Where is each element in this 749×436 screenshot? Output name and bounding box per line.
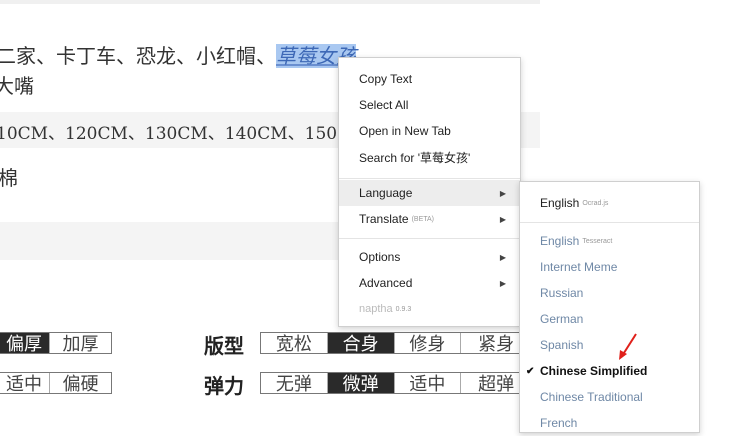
option-medium-stretch[interactable]: 适中 bbox=[395, 373, 462, 395]
submenu-arrow-icon: ▶ bbox=[499, 214, 506, 224]
line1-prefix: 二家、卡丁车、恐龙、小红帽、 bbox=[0, 44, 276, 68]
options-label: Options bbox=[359, 250, 401, 264]
language-label: Chinese Simplified bbox=[540, 364, 648, 378]
language-russian[interactable]: Russian bbox=[520, 280, 699, 306]
submenu-arrow-icon: ▶ bbox=[499, 252, 506, 262]
language-german[interactable]: German bbox=[520, 306, 699, 332]
context-menu: Copy Text Select All Open in New Tab Sea… bbox=[338, 57, 521, 327]
option-slight-stretch[interactable]: 微弹 bbox=[327, 373, 395, 395]
elastic-label: 弹力 bbox=[204, 374, 244, 398]
option-extra-thick[interactable]: 加厚 bbox=[50, 333, 111, 355]
menu-item-open-new-tab[interactable]: Open in New Tab bbox=[339, 118, 520, 144]
checkmark-icon: ✔ bbox=[526, 365, 535, 377]
menu-item-options[interactable]: Options ▶ bbox=[339, 244, 520, 270]
menu-item-copy-text[interactable]: Copy Text bbox=[339, 66, 520, 92]
language-current-english[interactable]: English Ocrad.js bbox=[520, 190, 699, 216]
language-submenu: English Ocrad.js English Tesseract Interne… bbox=[519, 181, 700, 433]
menu-separator bbox=[520, 222, 699, 223]
menu-footer-naptha: naptha 0.9.3 bbox=[339, 296, 520, 322]
submenu-arrow-icon: ▶ bbox=[499, 188, 506, 198]
option-thick[interactable]: 偏厚 bbox=[0, 333, 50, 355]
thickness-options: 偏厚 加厚 bbox=[0, 332, 112, 355]
language-french[interactable]: French bbox=[520, 410, 699, 436]
engine-note: Tesseract bbox=[582, 237, 613, 245]
submenu-arrow-icon: ▶ bbox=[499, 278, 506, 288]
language-chinese-simplified[interactable]: ✔ Chinese Simplified bbox=[520, 358, 699, 384]
menu-item-language[interactable]: Language ▶ bbox=[339, 180, 520, 206]
menu-item-advanced[interactable]: Advanced ▶ bbox=[339, 270, 520, 296]
menu-separator bbox=[339, 238, 520, 239]
footer-label: naptha bbox=[359, 303, 393, 315]
language-chinese-traditional[interactable]: Chinese Traditional bbox=[520, 384, 699, 410]
top-divider-band bbox=[0, 0, 540, 4]
fit-options: 宽松 合身 修身 紧身 bbox=[260, 332, 532, 355]
product-line-2: 大嘴 bbox=[0, 74, 34, 98]
option-loose[interactable]: 宽松 bbox=[261, 333, 328, 355]
current-engine: Ocrad.js bbox=[582, 199, 609, 207]
menu-separator bbox=[339, 178, 520, 179]
translate-label: Translate bbox=[359, 212, 409, 226]
footer-version: 0.9.3 bbox=[395, 305, 412, 313]
elastic-options: 无弹 微弹 适中 超弹 bbox=[260, 372, 532, 395]
beta-badge: (BETA) bbox=[411, 215, 435, 223]
option-no-stretch[interactable]: 无弹 bbox=[261, 373, 328, 395]
language-label: Language bbox=[359, 186, 413, 200]
option-regular[interactable]: 合身 bbox=[327, 333, 395, 355]
option-hard[interactable]: 偏硬 bbox=[50, 373, 111, 395]
language-internet-meme[interactable]: Internet Meme bbox=[520, 254, 699, 280]
language-english-tesseract[interactable]: English Tesseract bbox=[520, 228, 699, 254]
product-line-4: 棉 bbox=[0, 166, 18, 190]
language-label: English bbox=[540, 234, 580, 248]
menu-item-search-for[interactable]: Search for '草莓女孩' bbox=[339, 144, 520, 170]
current-language: English bbox=[540, 196, 580, 210]
menu-item-translate[interactable]: Translate (BETA) ▶ bbox=[339, 206, 520, 232]
advanced-label: Advanced bbox=[359, 276, 413, 290]
feel-options: 适中 偏硬 bbox=[0, 372, 112, 395]
option-slim[interactable]: 修身 bbox=[395, 333, 462, 355]
option-medium[interactable]: 适中 bbox=[0, 373, 50, 395]
product-line-1: 二家、卡丁车、恐龙、小红帽、草莓女孩 bbox=[0, 40, 356, 69]
menu-item-select-all[interactable]: Select All bbox=[339, 92, 520, 118]
annotation-arrow-icon bbox=[619, 333, 637, 360]
fit-label: 版型 bbox=[204, 334, 244, 358]
language-spanish[interactable]: Spanish bbox=[520, 332, 699, 358]
